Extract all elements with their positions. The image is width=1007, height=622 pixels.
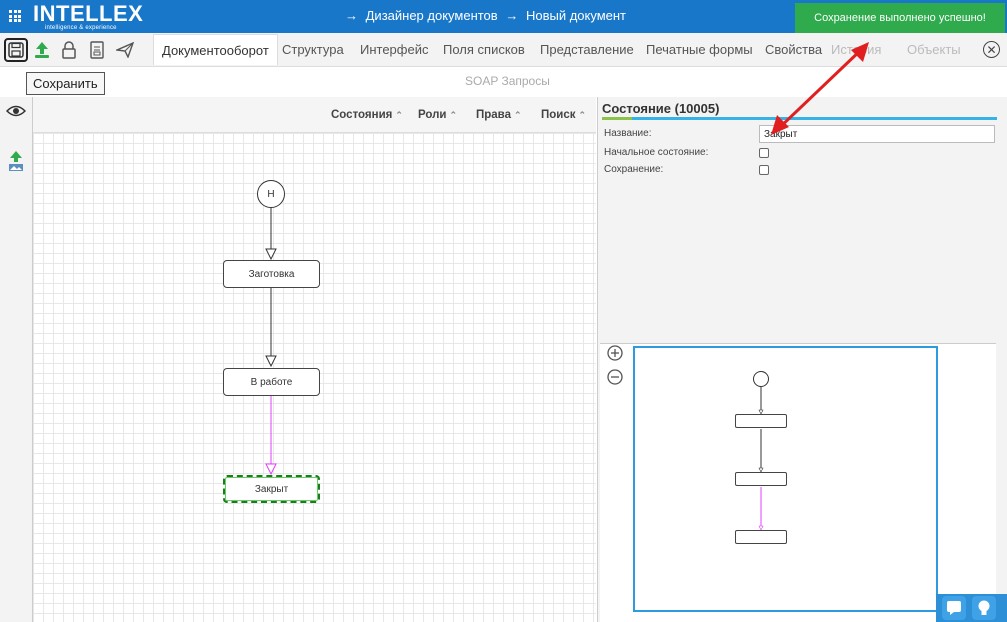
help-widget	[936, 594, 1007, 622]
minimap-node	[735, 472, 787, 486]
chat-icon[interactable]	[942, 596, 966, 620]
minimap-node	[735, 414, 787, 428]
annotation-arrow	[771, 42, 869, 135]
minimap-node	[735, 530, 787, 544]
lightbulb-icon[interactable]	[972, 596, 996, 620]
